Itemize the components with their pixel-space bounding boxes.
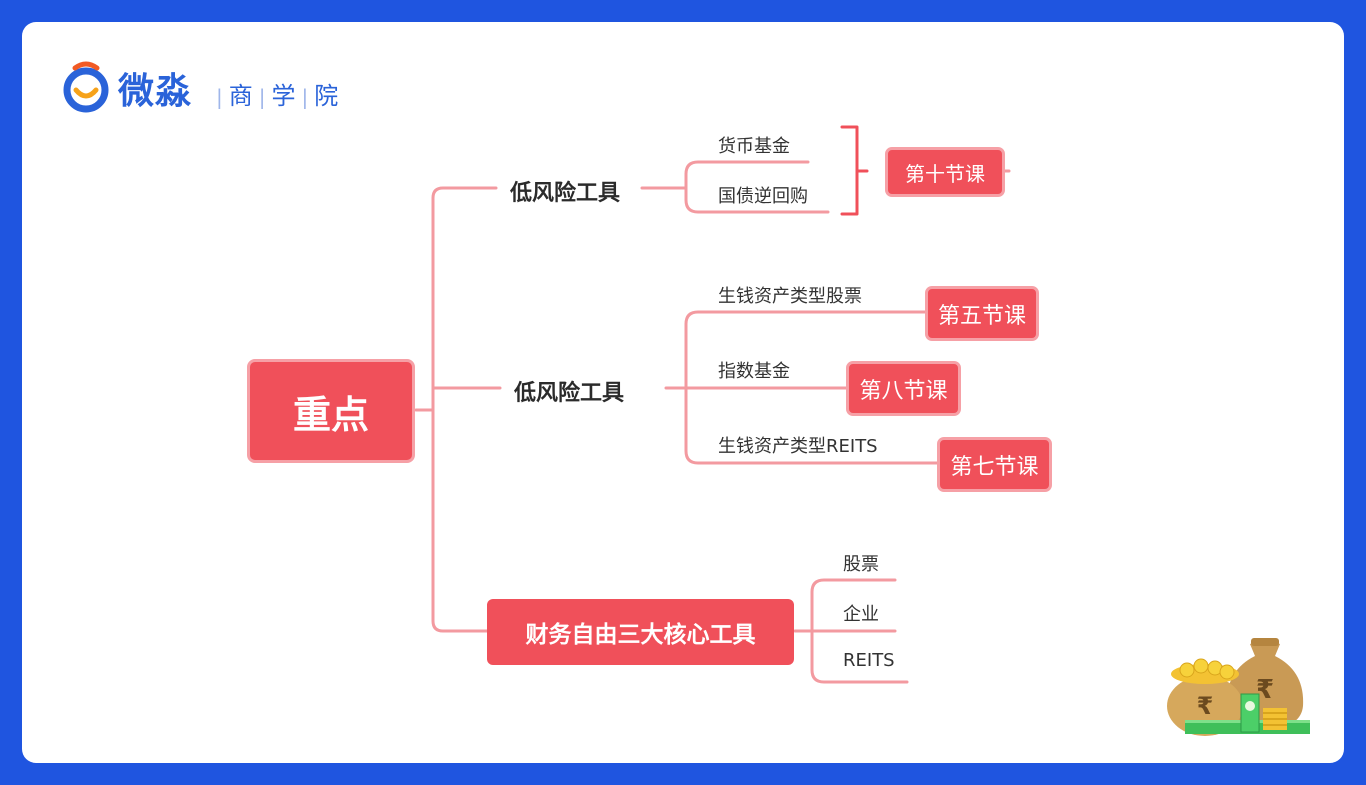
leaf-money-fund: 货币基金 (718, 136, 790, 157)
mindmap-connectors (414, 125, 1011, 684)
lesson-tag: 第五节课 (925, 286, 1039, 341)
branch-core-tools: 财务自由三大核心工具 (487, 599, 794, 665)
leaf-reits: REITS (843, 650, 895, 671)
leaf-treasury-repo: 国债逆回购 (718, 186, 808, 207)
root-node: 重点 (247, 359, 415, 463)
lesson-tag: 第七节课 (937, 437, 1052, 492)
leaf-enterprise: 企业 (843, 604, 879, 625)
lesson-tag: 第十节课 (885, 147, 1005, 197)
lesson-tag: 第八节课 (846, 361, 961, 416)
money-bags-icon: ₹ ₹ (1167, 638, 1310, 736)
leaf-reits-asset: 生钱资产类型REITS (718, 436, 878, 457)
branch-label: 低风险工具 (510, 181, 621, 206)
branch-label: 低风险工具 (514, 381, 625, 406)
svg-text:₹: ₹ (1197, 692, 1214, 720)
leaf-stocks-asset: 生钱资产类型股票 (718, 286, 862, 307)
leaf-index-fund: 指数基金 (718, 361, 790, 382)
leaf-stocks: 股票 (843, 554, 879, 575)
